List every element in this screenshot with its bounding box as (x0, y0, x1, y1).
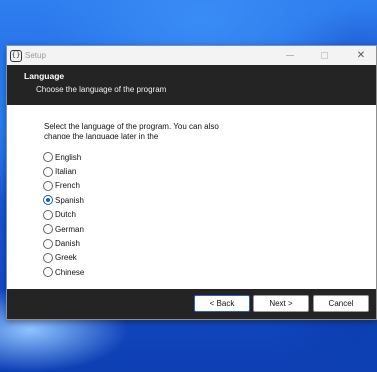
back-button[interactable]: < Back (194, 295, 250, 312)
title-bar[interactable]: {} Setup ✕ (7, 46, 376, 65)
language-label: German (55, 224, 84, 234)
language-label: Italian (55, 167, 77, 177)
cancel-button[interactable]: Cancel (313, 295, 369, 312)
next-button[interactable]: Next > (253, 295, 309, 312)
language-description: Select the language of the program. You … (44, 122, 219, 139)
language-option-greek[interactable]: Greek (43, 251, 84, 265)
language-option-chinese[interactable]: Chinese (43, 265, 84, 279)
close-button[interactable]: ✕ (344, 46, 377, 65)
maximize-button[interactable] (307, 46, 341, 65)
page-subtitle: Choose the language of the program (36, 85, 167, 94)
language-option-danish[interactable]: Danish (43, 236, 84, 250)
close-icon: ✕ (356, 50, 366, 61)
window-title: Setup (25, 51, 46, 60)
minimize-icon (286, 55, 294, 56)
radio-button[interactable] (43, 180, 53, 191)
language-label: Chinese (55, 267, 85, 277)
language-label: Danish (55, 239, 80, 249)
language-option-italian[interactable]: Italian (43, 164, 84, 178)
language-radio-group: English Italian French Spanish Dutch German Da… (43, 150, 84, 280)
maximize-icon (320, 52, 328, 59)
wizard-footer: < Back Next > Cancel (7, 289, 376, 319)
minimize-button[interactable] (273, 46, 307, 65)
language-option-dutch[interactable]: Dutch (43, 208, 84, 222)
setup-app-icon: {} (10, 49, 22, 62)
wizard-content: Select the language of the program. You … (7, 105, 376, 289)
language-label: English (55, 152, 82, 162)
radio-button[interactable] (43, 166, 53, 177)
language-option-french[interactable]: French (43, 179, 84, 193)
language-label: Dutch (55, 210, 76, 220)
language-label: Spanish (55, 195, 84, 205)
language-option-german[interactable]: German (43, 222, 84, 236)
language-label: Greek (55, 253, 77, 263)
radio-button[interactable] (43, 267, 53, 278)
radio-button[interactable] (43, 238, 53, 249)
page-title: Language (24, 71, 65, 81)
radio-button[interactable] (43, 209, 53, 220)
radio-button[interactable] (43, 195, 53, 206)
language-option-english[interactable]: English (43, 150, 84, 164)
wizard-header: Language Choose the language of the prog… (7, 65, 376, 105)
radio-button[interactable] (43, 252, 53, 263)
setup-window: {} Setup ✕ Language Choose the language … (6, 45, 377, 320)
radio-button[interactable] (43, 152, 53, 163)
language-label: French (55, 181, 80, 191)
language-option-spanish[interactable]: Spanish (43, 193, 84, 207)
radio-button[interactable] (43, 224, 53, 235)
